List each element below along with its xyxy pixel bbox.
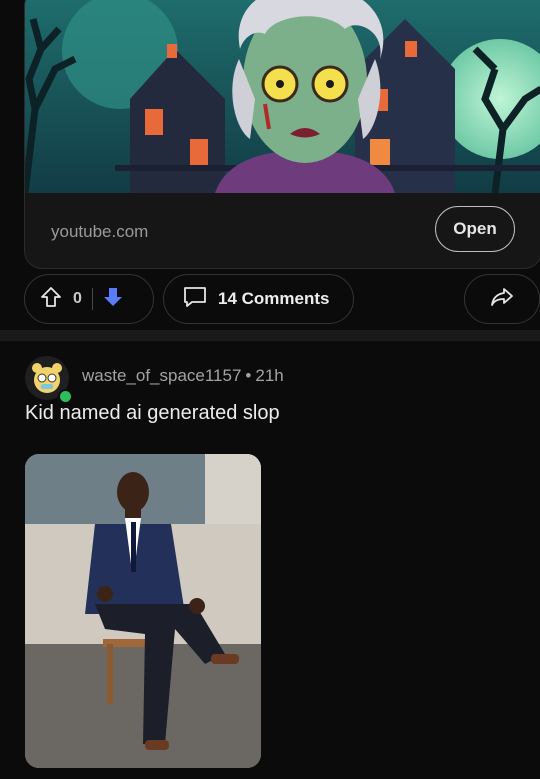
post-title[interactable]: Kid named ai generated slop — [25, 402, 280, 425]
meta-separator: • — [245, 366, 252, 385]
share-button[interactable] — [464, 274, 540, 324]
comments-button[interactable]: 14 Comments — [163, 274, 354, 324]
author-username[interactable]: waste_of_space1157 — [82, 366, 241, 385]
link-preview-card[interactable]: youtube.com Open — [24, 0, 540, 269]
upvote-icon[interactable] — [39, 285, 63, 314]
post-image[interactable] — [25, 454, 261, 768]
link-domain: youtube.com — [51, 222, 149, 241]
share-icon — [489, 285, 515, 314]
open-link-button[interactable]: Open — [435, 206, 515, 252]
comments-count-label: 14 Comments — [218, 289, 330, 308]
vote-count: 0 — [73, 290, 82, 307]
comment-icon — [182, 285, 208, 314]
post-divider — [0, 330, 540, 341]
vote-divider — [91, 288, 93, 310]
video-thumbnail[interactable] — [25, 0, 540, 193]
downvote-icon[interactable] — [101, 285, 125, 314]
post-author-line: waste_of_space1157 • 21h — [82, 366, 284, 386]
post-age: 21h — [255, 366, 284, 385]
vote-control: 0 — [24, 274, 154, 324]
